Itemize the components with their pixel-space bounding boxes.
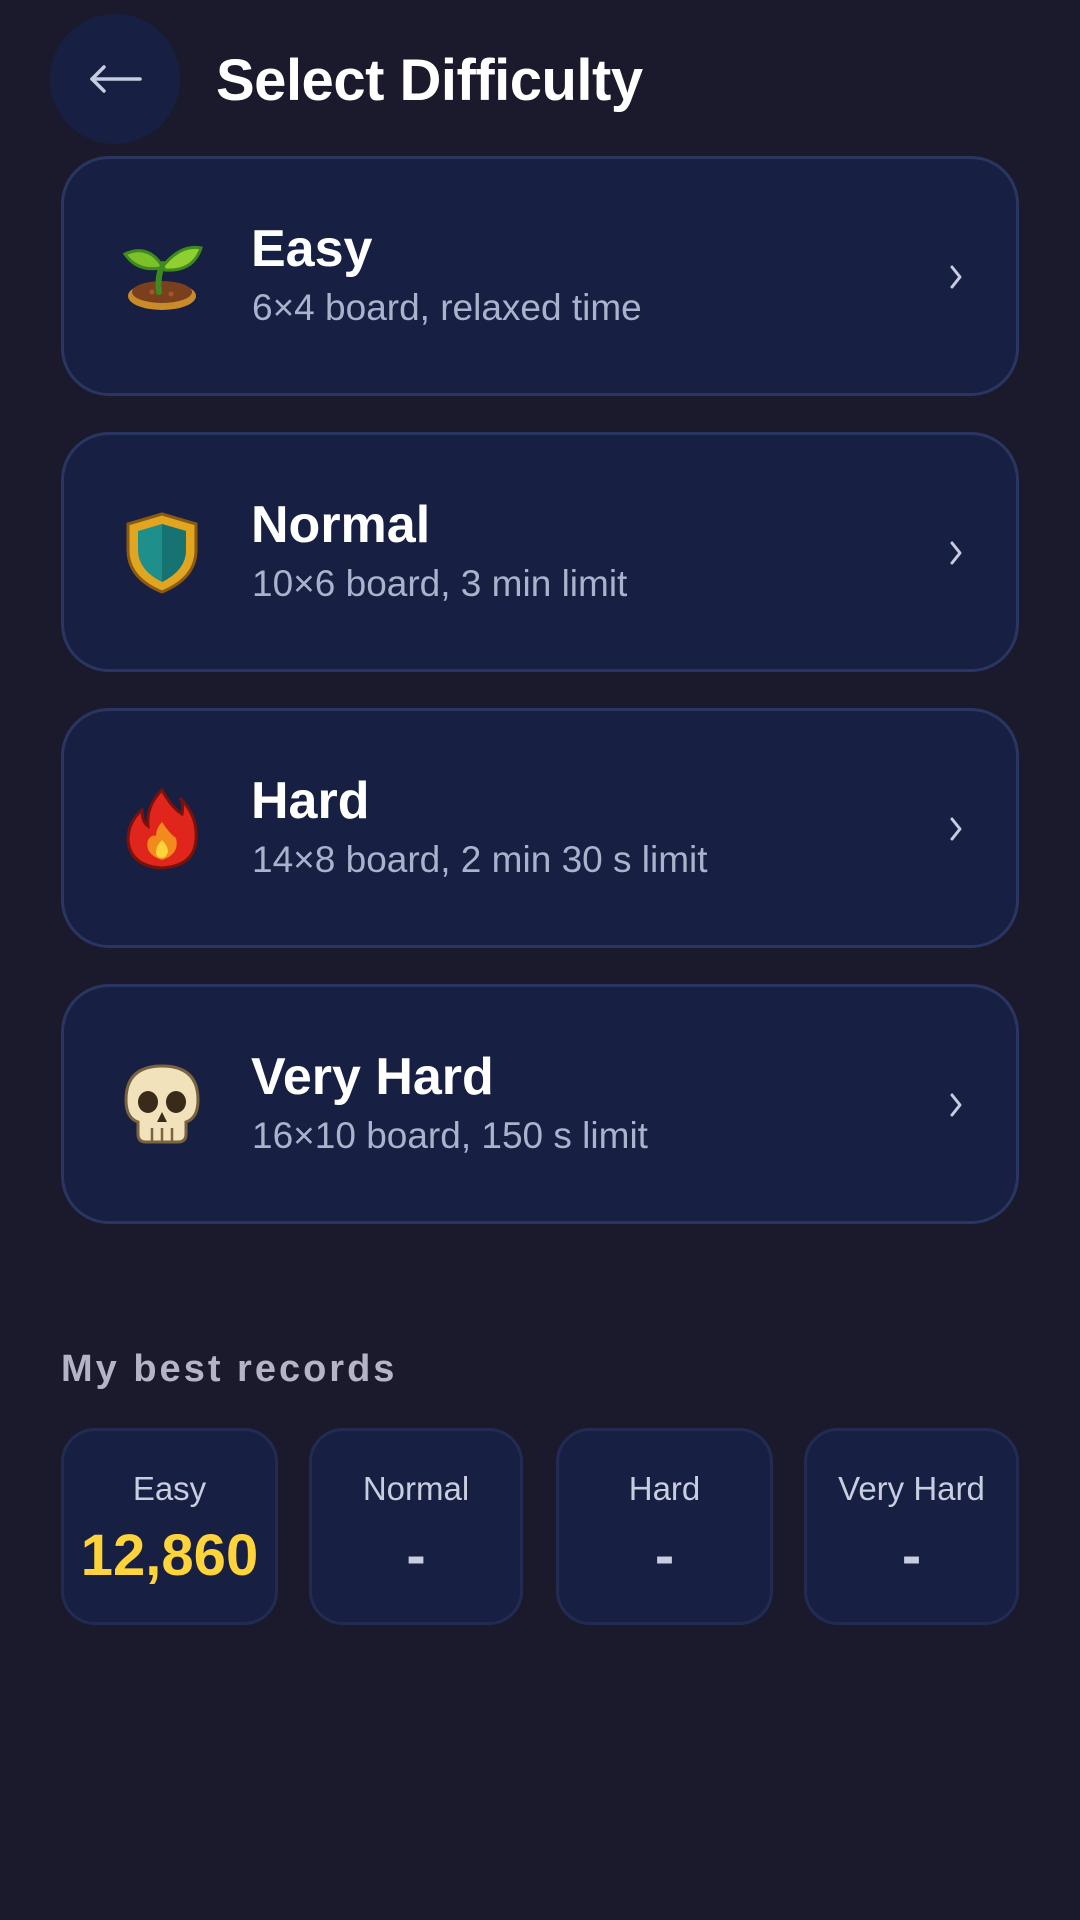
chevron-right-icon [944, 249, 968, 305]
records-row: Easy 12,860 Normal - Hard - Very Hard - [61, 1428, 1019, 1625]
difficulty-title: Normal [251, 496, 431, 554]
difficulty-card-easy[interactable]: Easy 6×4 board, relaxed time [61, 156, 1019, 396]
difficulty-title: Very Hard [251, 1048, 494, 1106]
record-card-very-hard: Very Hard - [804, 1428, 1019, 1625]
difficulty-screen: Select Difficulty Easy 6×4 board, relaxe… [0, 0, 1080, 1920]
record-card-easy: Easy 12,860 [61, 1428, 278, 1625]
page-title: Select Difficulty [216, 48, 643, 113]
fire-icon [116, 783, 208, 875]
difficulty-list: Easy 6×4 board, relaxed time Normal 10×6… [61, 156, 1019, 1260]
record-card-normal: Normal - [309, 1428, 523, 1625]
record-value: - [654, 1523, 675, 1588]
chevron-right-icon [944, 1077, 968, 1133]
difficulty-card-hard[interactable]: Hard 14×8 board, 2 min 30 s limit [61, 708, 1019, 948]
chevron-right-icon [944, 801, 968, 857]
skull-icon [116, 1059, 208, 1151]
difficulty-description: 16×10 board, 150 s limit [252, 1115, 648, 1156]
shield-icon [116, 507, 208, 599]
record-label: Easy [132, 1470, 207, 1507]
difficulty-card-normal[interactable]: Normal 10×6 board, 3 min limit [61, 432, 1019, 672]
difficulty-card-very-hard[interactable]: Very Hard 16×10 board, 150 s limit [61, 984, 1019, 1224]
record-card-hard: Hard - [556, 1428, 773, 1625]
arrow-left-icon [90, 65, 142, 93]
back-button[interactable] [50, 14, 180, 144]
difficulty-title: Easy [251, 220, 373, 278]
difficulty-description: 6×4 board, relaxed time [252, 287, 642, 328]
record-value: - [901, 1523, 922, 1588]
record-label: Hard [628, 1470, 701, 1507]
chevron-right-icon [944, 525, 968, 581]
difficulty-title: Hard [251, 772, 370, 830]
record-label: Normal [362, 1470, 470, 1507]
record-label: Very Hard [838, 1470, 985, 1507]
difficulty-description: 14×8 board, 2 min 30 s limit [252, 839, 708, 880]
record-value: - [406, 1523, 426, 1588]
record-value: 12,860 [80, 1523, 259, 1588]
records-heading: My best records [61, 1348, 398, 1390]
difficulty-description: 10×6 board, 3 min limit [252, 563, 628, 604]
header: Select Difficulty [0, 0, 1080, 160]
seedling-icon [116, 231, 208, 323]
